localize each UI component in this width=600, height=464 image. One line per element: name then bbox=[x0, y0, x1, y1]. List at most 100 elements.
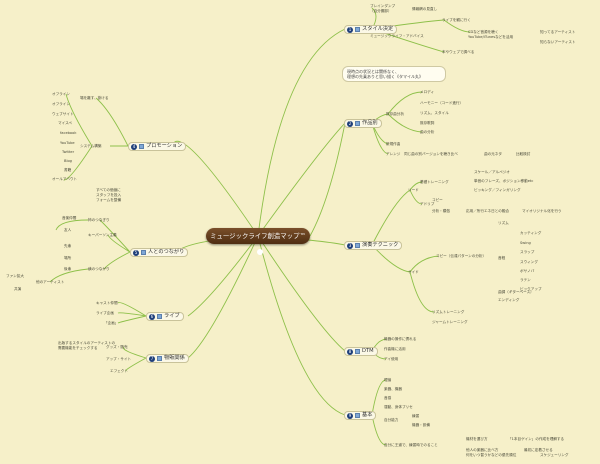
leaf[interactable]: 他のアーティスト bbox=[36, 280, 64, 284]
leaf[interactable]: リズム、スタイル bbox=[420, 111, 449, 115]
leaf[interactable]: マイスペ bbox=[58, 121, 72, 125]
leaf[interactable]: オフライン bbox=[52, 102, 70, 106]
topic-promotion[interactable]: 4 プロモーション bbox=[128, 142, 187, 151]
leaf[interactable]: 機器・設備 bbox=[412, 423, 430, 427]
collapse-icon[interactable] bbox=[256, 249, 263, 255]
topic-live[interactable]: 6 ライブ bbox=[146, 312, 184, 321]
leaf[interactable]: ミュージックライフ・アドバイス bbox=[370, 34, 424, 38]
topic-dtm[interactable]: 8 DTM bbox=[344, 347, 378, 356]
leaf[interactable]: 何をいつ習うかなどの優先順位 bbox=[466, 453, 516, 457]
leaf[interactable]: 「企画」 bbox=[104, 321, 118, 325]
leaf[interactable]: 既存歌詞 bbox=[420, 121, 434, 125]
leaf[interactable]: facebook bbox=[60, 131, 76, 135]
leaf[interactable]: 同じ曲の別バージョンを聴き比べ bbox=[404, 152, 458, 156]
leaf[interactable]: ウェブサイト bbox=[52, 112, 74, 116]
leaf[interactable]: スケジューリング bbox=[540, 453, 569, 457]
leaf[interactable]: オフライン bbox=[52, 92, 70, 96]
leaf[interactable]: 音楽仲間 bbox=[62, 216, 76, 220]
leaf[interactable]: 曲の元ネタ bbox=[484, 152, 502, 156]
leaf[interactable]: ファン拡大 bbox=[6, 274, 24, 278]
leaf[interactable]: 知ってるアーティスト bbox=[540, 30, 575, 34]
leaf[interactable]: エンディング bbox=[498, 298, 519, 302]
leaf[interactable]: 「1本目ゲイン」の作成を理解する bbox=[508, 437, 564, 441]
leaf[interactable]: 機器の操作に慣れる bbox=[384, 337, 416, 341]
leaf[interactable]: キーパーソン主義 bbox=[88, 233, 117, 237]
leaf[interactable]: ビッキング／フィンガリング bbox=[474, 188, 521, 192]
leaf[interactable]: Blog bbox=[64, 159, 72, 163]
leaf[interactable]: 練習 bbox=[412, 414, 419, 418]
leaf[interactable]: YouTube bbox=[60, 141, 75, 145]
leaf[interactable]: 先輩 bbox=[64, 244, 71, 248]
leaf[interactable]: 知らないアーティスト bbox=[540, 40, 576, 44]
leaf[interactable]: カッティング bbox=[520, 231, 541, 235]
leaf[interactable]: ハーモニー（コード進行） bbox=[420, 101, 463, 105]
leaf[interactable]: 他人の楽器に比べ方 bbox=[466, 448, 498, 452]
topic-style[interactable]: 1 スタイル決定 bbox=[344, 25, 398, 34]
leaf[interactable]: 柿のつなぎり bbox=[88, 218, 110, 222]
leaf[interactable]: コピー bbox=[432, 198, 443, 202]
leaf[interactable]: アップ・サイト bbox=[106, 357, 131, 361]
topic-works[interactable]: 2 作品別 bbox=[344, 119, 382, 128]
leaf[interactable]: 応用／所行エネ日との融合 bbox=[466, 209, 509, 213]
leaf[interactable]: 後輩 bbox=[64, 267, 71, 271]
leaf[interactable]: アレンジ bbox=[386, 152, 400, 156]
leaf[interactable]: ライブを観に行く bbox=[442, 18, 471, 22]
leaf[interactable]: 曲の分析 bbox=[420, 130, 434, 134]
leaf[interactable]: 場を離す、掛ける bbox=[80, 96, 108, 100]
leaf[interactable]: キャスト仲間 bbox=[96, 301, 118, 305]
leaf[interactable]: システム構築 bbox=[80, 144, 101, 148]
leaf[interactable]: 横のつながり bbox=[88, 267, 110, 271]
leaf[interactable]: 場所 bbox=[64, 256, 71, 260]
leaf[interactable]: CDなど音源を聴く bbox=[468, 30, 498, 34]
leaf[interactable]: グッズ・販売 bbox=[106, 345, 128, 349]
leaf[interactable]: 音感 bbox=[384, 396, 391, 400]
topic-people[interactable]: 5 人とのつながり bbox=[130, 248, 189, 257]
leaf[interactable]: サイド bbox=[408, 270, 419, 274]
leaf[interactable]: スウィング bbox=[520, 260, 538, 264]
leaf[interactable]: ボサノバ bbox=[520, 269, 534, 273]
leaf[interactable]: フォームを整備 bbox=[96, 198, 121, 202]
topic-tech[interactable]: 3 演奏テクニック bbox=[344, 241, 403, 250]
leaf[interactable]: （自分棚卸） bbox=[370, 9, 392, 13]
leaf[interactable]: スラップ bbox=[520, 250, 534, 254]
topic-business[interactable]: 7 物販関係 bbox=[146, 354, 189, 363]
central-topic[interactable]: ミュージックライフ創造マップ™ bbox=[206, 228, 310, 255]
leaf[interactable]: リード bbox=[408, 188, 419, 192]
topic-basics[interactable]: 9 基本 bbox=[344, 411, 377, 420]
leaf[interactable]: オールアバウト bbox=[52, 177, 77, 181]
leaf[interactable]: 基礎トレーニング bbox=[420, 180, 449, 184]
leaf[interactable]: ジャームトレーニング bbox=[432, 320, 468, 324]
leaf[interactable]: YouTube/iTunesなどを活用 bbox=[468, 35, 513, 39]
leaf[interactable]: スケール／アルペジオ bbox=[474, 170, 510, 174]
leaf[interactable]: 書籍 bbox=[64, 168, 71, 172]
leaf[interactable]: リズムトレーニング bbox=[432, 310, 464, 314]
leaf[interactable]: エフェクト bbox=[110, 369, 128, 373]
leaf[interactable]: 機材を選び方 bbox=[466, 437, 488, 441]
leaf[interactable]: 共演 bbox=[14, 287, 21, 291]
leaf[interactable]: 情報網の見直し bbox=[412, 7, 437, 11]
leaf[interactable]: マイオリジナル化を行う bbox=[522, 209, 562, 213]
leaf[interactable]: 自分能力 bbox=[384, 418, 398, 422]
leaf[interactable]: 音程 bbox=[498, 256, 505, 260]
leaf[interactable]: 需要機能をチェックする bbox=[58, 346, 98, 350]
leaf[interactable]: 新規作曲 bbox=[386, 142, 400, 146]
leaf[interactable]: 運動、身体プリセ bbox=[384, 405, 413, 409]
leaf[interactable]: 単音のフレーズ、ポジション移動etc bbox=[474, 179, 533, 183]
leaf[interactable]: ブレインダンプ bbox=[370, 4, 395, 8]
leaf[interactable]: アドリブ bbox=[420, 202, 434, 206]
leaf[interactable]: 最初に定着させる bbox=[524, 448, 553, 452]
leaf[interactable]: 理論 bbox=[384, 378, 391, 382]
leaf[interactable]: 自分に王道で、練習時でのること bbox=[384, 443, 438, 447]
leaf[interactable]: リズム bbox=[498, 221, 509, 225]
leaf[interactable]: 楽器、機器 bbox=[384, 387, 402, 391]
leaf[interactable]: アイ使用 bbox=[384, 357, 398, 361]
leaf[interactable]: ライブ企画 bbox=[96, 311, 114, 315]
leaf[interactable]: 曲調（ギターベース） bbox=[498, 290, 534, 294]
leaf[interactable]: 友人 bbox=[64, 228, 71, 232]
leaf[interactable]: 作曲機に活用 bbox=[384, 347, 406, 351]
leaf[interactable]: コピー（伝達パターンの分析） bbox=[436, 254, 486, 258]
leaf[interactable]: 本やウェブで調べる bbox=[442, 50, 474, 54]
leaf[interactable]: 比較検討 bbox=[516, 152, 530, 156]
leaf[interactable]: 既存曲分析 bbox=[386, 112, 404, 116]
leaf[interactable]: すべての価値に bbox=[96, 188, 121, 192]
